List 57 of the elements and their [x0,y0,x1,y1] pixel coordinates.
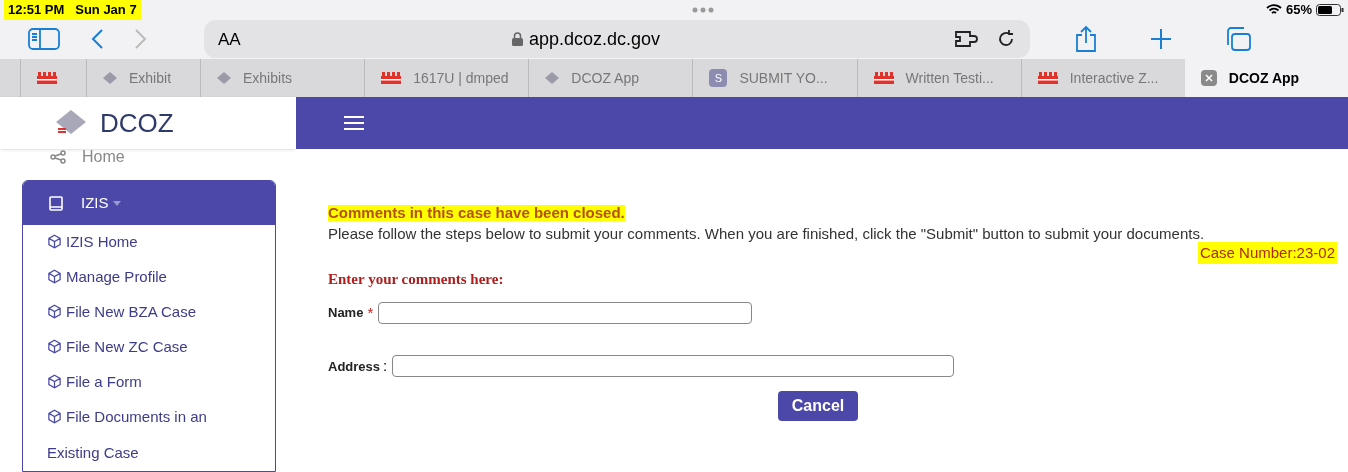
cube-icon [47,234,62,249]
sidebar-title: IZIS [81,192,109,213]
url-text: app.dcoz.dc.gov [528,27,661,51]
cube-icon [47,339,62,354]
text-input[interactable] [378,301,753,324]
cube-icon [47,304,62,319]
sidebar-link[interactable]: File Documents in an Existing Case [47,399,251,471]
text-size-button[interactable]: AA [218,26,308,53]
flag-icon [37,72,57,85]
flag-icon [873,72,894,85]
closed-notice: Comments in this case have been closed. [328,205,625,221]
instructions-text: Please follow the steps below to submit your comments. When you are finished, click the "Submit" button to submit your documents. [328,224,1206,242]
back-icon[interactable] [90,28,104,51]
sidebar-header[interactable]: IZIS [23,181,275,225]
sidebar-toggle-icon[interactable] [28,28,60,51]
cube-icon [47,409,62,424]
tabs-overview-icon[interactable] [1224,26,1252,53]
flag-icon [1037,72,1058,85]
sidebar-link[interactable]: IZIS Home [47,224,251,260]
diamond-logo-icon [103,72,117,85]
breadcrumb-home[interactable]: Home [82,145,125,169]
field-label: Address [328,357,381,376]
diamond-logo-icon [217,72,231,85]
lock-icon [511,32,523,47]
address-bar[interactable]: AA app.dcoz.dc.gov [204,20,1030,59]
wifi-icon [1265,3,1282,16]
field-label: Name [328,304,364,322]
sidebar-link[interactable]: File New ZC Case [47,329,251,365]
diamond-logo-icon [545,72,560,85]
flag-icon [381,72,402,85]
share-nodes-icon [50,150,66,164]
cancel-button[interactable]: Cancel [777,390,859,421]
cube-icon [47,269,62,284]
text-input[interactable] [392,355,955,378]
close-icon [1200,70,1217,87]
menu-icon[interactable] [344,116,364,131]
required-asterisk: * [367,302,374,323]
case-number: Case Number:23-02 [1197,241,1337,264]
battery-percent: 65% [1285,1,1312,19]
sidebar-link[interactable]: File New BZA Case [47,294,251,330]
extension-icon[interactable] [954,29,980,50]
brand-name[interactable]: DCOZ [100,103,174,143]
more-dots-icon [692,6,715,13]
book-icon [49,195,63,211]
browser-tab[interactable]: DCOZ App [1184,59,1348,98]
dcoz-logo-icon [56,110,86,137]
section-heading: Enter your comments here: [328,270,505,289]
status-time: 12:51 PM Sun Jan 7 [4,0,141,20]
letter-icon: S [709,69,728,88]
battery-icon [1316,3,1344,16]
caret-icon [112,200,121,206]
label-colon: : [383,356,388,376]
sidebar-link[interactable]: Manage Profile [47,259,251,295]
sidebar-link[interactable]: File a Form [47,364,251,400]
plus-icon[interactable] [1150,28,1172,51]
share-icon[interactable] [1074,25,1098,54]
cube-icon [47,374,62,389]
